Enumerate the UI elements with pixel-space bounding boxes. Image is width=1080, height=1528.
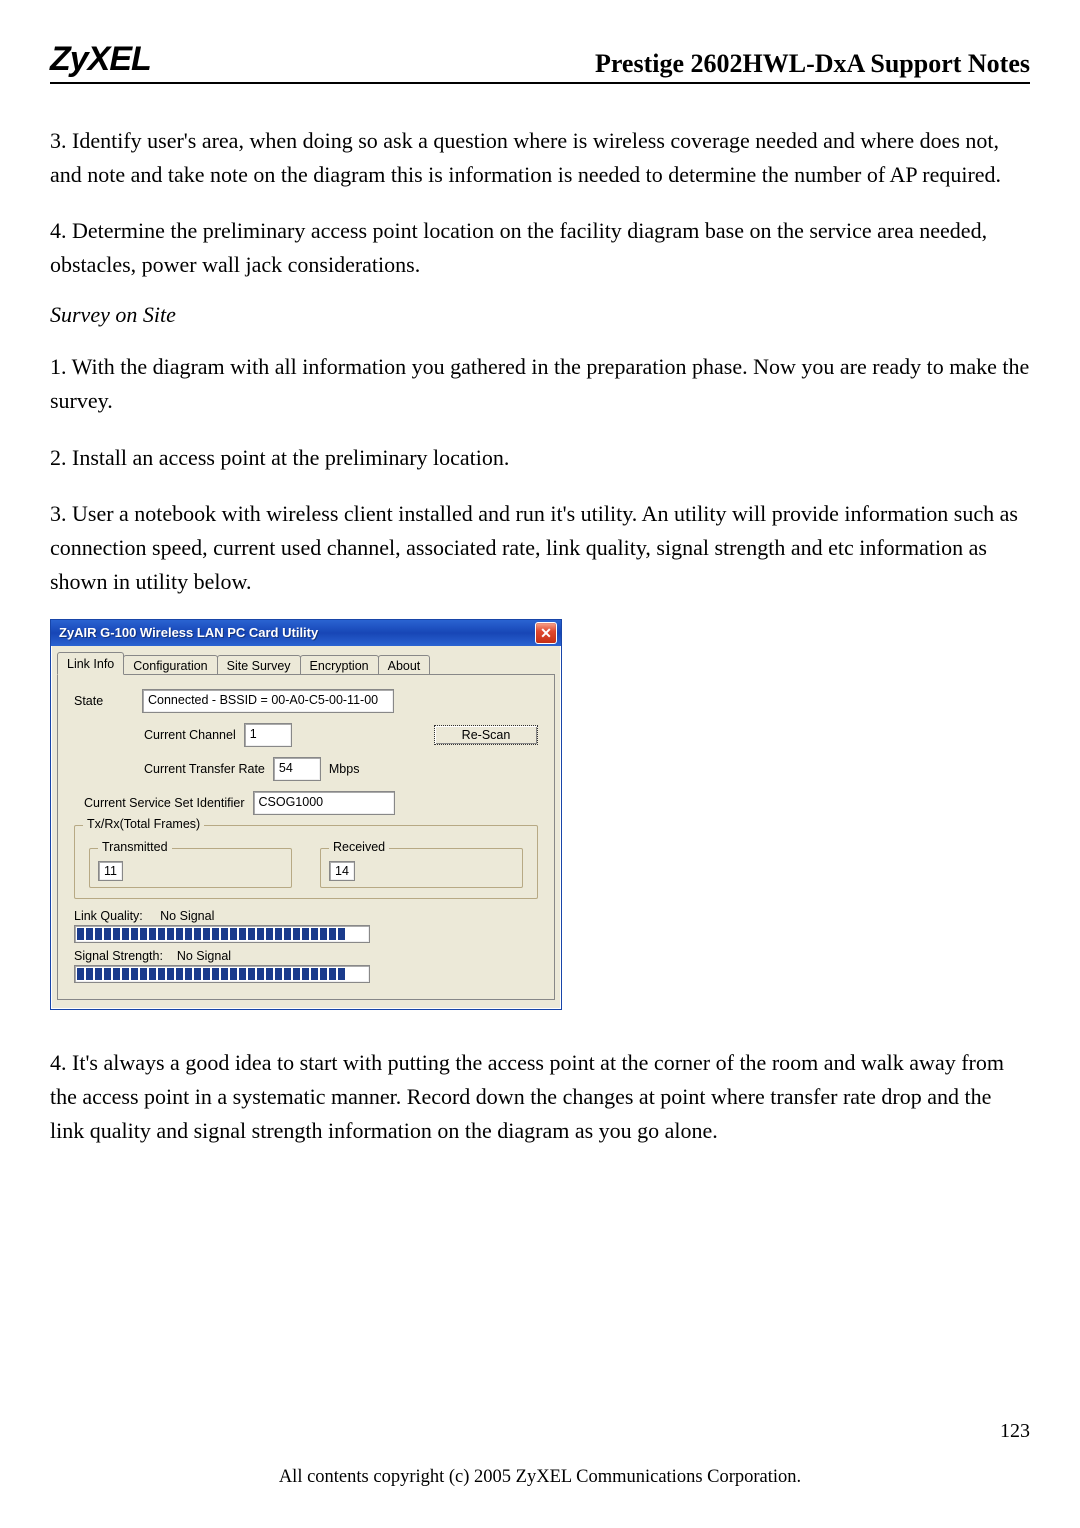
channel-value: 1 <box>244 723 292 747</box>
dialog-titlebar: ZyAIR G-100 Wireless LAN PC Card Utility… <box>51 620 561 646</box>
txrx-groupbox: Tx/Rx(Total Frames) Transmitted 11 Recei… <box>74 825 538 899</box>
page-title: Prestige 2602HWL-DxA Support Notes <box>595 49 1030 79</box>
channel-label: Current Channel <box>144 728 236 742</box>
close-button[interactable]: ✕ <box>535 622 557 644</box>
dialog-title: ZyAIR G-100 Wireless LAN PC Card Utility <box>59 625 318 640</box>
transmitted-value: 11 <box>98 861 123 881</box>
signal-strength-label: Signal Strength: <box>74 949 163 963</box>
tab-panel-link-info: State Connected - BSSID = 00-A0-C5-00-11… <box>57 674 555 1000</box>
rate-value: 54 <box>273 757 321 781</box>
received-label: Received <box>329 840 389 854</box>
tab-configuration[interactable]: Configuration <box>123 655 217 676</box>
link-quality-label: Link Quality: <box>74 909 143 923</box>
tab-site-survey[interactable]: Site Survey <box>217 655 301 676</box>
survey-step-3: 3. User a notebook with wireless client … <box>50 497 1030 599</box>
state-label: State <box>74 694 134 708</box>
txrx-group-label: Tx/Rx(Total Frames) <box>83 817 204 831</box>
mbps-label: Mbps <box>329 762 360 776</box>
signal-strength-value: No Signal <box>177 949 231 963</box>
survey-step-1: 1. With the diagram with all information… <box>50 350 1030 418</box>
transmitted-groupbox: Transmitted 11 <box>89 848 292 888</box>
paragraph-4: 4. Determine the preliminary access poin… <box>50 214 1030 282</box>
page-header: ZyXEL Prestige 2602HWL-DxA Support Notes <box>50 40 1030 84</box>
section-heading-survey: Survey on Site <box>50 302 1030 328</box>
brand-logo: ZyXEL <box>50 40 151 79</box>
link-quality-row: Link Quality: No Signal <box>74 909 538 923</box>
tab-row: Link Info Configuration Site Survey Encr… <box>51 646 561 675</box>
ssid-label: Current Service Set Identifier <box>84 796 245 810</box>
close-icon: ✕ <box>540 626 552 640</box>
wireless-utility-dialog: ZyAIR G-100 Wireless LAN PC Card Utility… <box>50 619 562 1010</box>
signal-strength-meter <box>74 965 370 983</box>
page-number: 123 <box>1000 1420 1030 1443</box>
ssid-row: Current Service Set Identifier CSOG1000 <box>74 791 538 815</box>
footer-copyright: All contents copyright (c) 2005 ZyXEL Co… <box>50 1467 1030 1488</box>
received-value: 14 <box>329 861 355 881</box>
rescan-button[interactable]: Re-Scan <box>434 725 538 745</box>
state-row: State Connected - BSSID = 00-A0-C5-00-11… <box>74 689 538 713</box>
tab-encryption[interactable]: Encryption <box>300 655 379 676</box>
ssid-value: CSOG1000 <box>253 791 395 815</box>
survey-step-2: 2. Install an access point at the prelim… <box>50 441 1030 475</box>
channel-row: Current Channel 1 Re-Scan <box>74 723 538 747</box>
tab-about[interactable]: About <box>378 655 431 676</box>
document-page: ZyXEL Prestige 2602HWL-DxA Support Notes… <box>0 0 1080 1528</box>
rate-label: Current Transfer Rate <box>144 762 265 776</box>
tab-link-info[interactable]: Link Info <box>57 652 124 675</box>
transmitted-label: Transmitted <box>98 840 172 854</box>
received-groupbox: Received 14 <box>320 848 523 888</box>
survey-step-4: 4. It's always a good idea to start with… <box>50 1046 1030 1148</box>
paragraph-3: 3. Identify user's area, when doing so a… <box>50 124 1030 192</box>
link-quality-value: No Signal <box>160 909 214 923</box>
state-value: Connected - BSSID = 00-A0-C5-00-11-00 <box>142 689 394 713</box>
link-quality-meter <box>74 925 370 943</box>
signal-strength-row: Signal Strength: No Signal <box>74 949 538 963</box>
rate-row: Current Transfer Rate 54 Mbps <box>74 757 538 781</box>
